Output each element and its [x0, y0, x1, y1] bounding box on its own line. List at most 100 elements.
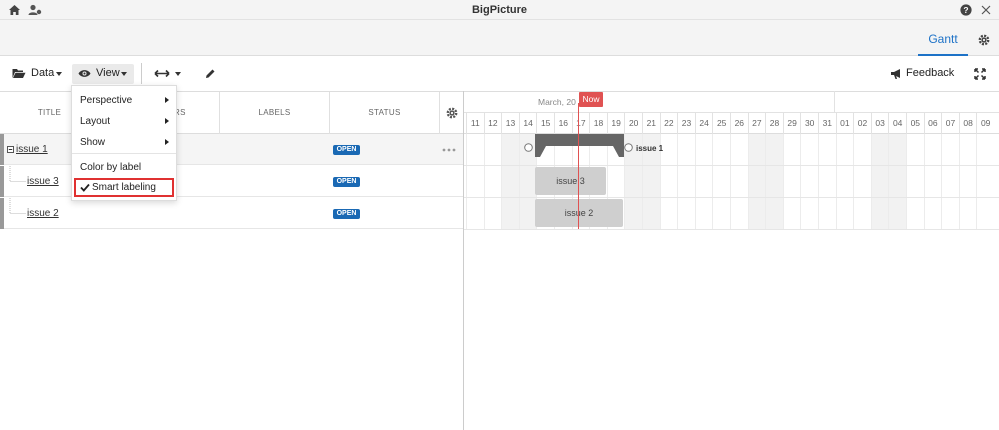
day-label: 02: [853, 112, 871, 134]
tab-gantt[interactable]: Gantt: [918, 32, 968, 56]
now-line: [578, 103, 579, 229]
weekend-column: [747, 134, 766, 229]
day-label: 04: [888, 112, 906, 134]
view-menu-label: View: [96, 67, 120, 79]
row-indicator: [0, 198, 4, 229]
help-icon[interactable]: ?: [960, 4, 972, 16]
day-gridline: [518, 134, 520, 229]
menu-divider: [72, 153, 176, 154]
data-menu-button[interactable]: Data: [9, 64, 65, 84]
day-gridline: [870, 134, 872, 229]
day-label: 17: [571, 112, 590, 134]
task-link[interactable]: issue 2: [27, 208, 59, 219]
day-label: 25: [712, 112, 730, 134]
summary-task-bar[interactable]: [535, 134, 624, 160]
menu-item-smart-labeling[interactable]: Smart labeling: [74, 178, 174, 197]
menu-item-label: Layout: [80, 116, 111, 127]
day-label: 11: [466, 112, 484, 134]
day-gridline: [923, 134, 925, 229]
column-header-status[interactable]: STATUS: [330, 92, 440, 134]
view-dropdown-menu: Perspective Layout Show Color by label S…: [71, 85, 177, 201]
task-link[interactable]: issue 1: [16, 144, 48, 155]
day-label: 09: [976, 112, 994, 134]
weekend-column: [501, 134, 519, 229]
app-title: BigPicture: [471, 4, 527, 16]
menu-item-label: Show: [80, 137, 106, 148]
weekend-column: [870, 134, 889, 229]
day-gridline: [853, 134, 855, 229]
tree-connector: [9, 166, 26, 182]
day-gridline: [782, 134, 784, 229]
day-label: 14: [518, 112, 537, 134]
gear-icon[interactable]: [978, 34, 990, 46]
chevron-right-icon: [165, 97, 169, 103]
day-gridline: [888, 134, 890, 229]
day-gridline: [765, 134, 767, 229]
row-indicator: [0, 166, 4, 197]
task-bar[interactable]: issue 3: [535, 167, 606, 195]
menu-item-label: Color by label: [80, 162, 142, 173]
grid-header: TITLE RS LABELS STATUS: [0, 91, 464, 134]
more-dots-icon[interactable]: [442, 148, 456, 152]
close-icon[interactable]: [981, 5, 991, 15]
task-bar[interactable]: issue 2: [535, 199, 623, 227]
dependency-handle-right[interactable]: [624, 143, 633, 152]
day-label: 22: [659, 112, 678, 134]
weekend-column: [765, 134, 783, 229]
status-badge: OPEN: [333, 145, 360, 155]
table-row[interactable]: issue 3 OPEN: [0, 166, 464, 197]
megaphone-icon: [891, 69, 900, 79]
chevron-down-icon: [56, 72, 62, 76]
gantt-row-divider: [464, 165, 999, 166]
day-label: 28: [765, 112, 783, 134]
feedback-button[interactable]: Feedback: [888, 64, 956, 84]
day-label: 29: [782, 112, 801, 134]
day-label: 01: [835, 112, 854, 134]
day-label: 30: [800, 112, 818, 134]
day-label: 23: [677, 112, 695, 134]
day-label: 21: [642, 112, 660, 134]
column-header-labels[interactable]: LABELS: [220, 92, 330, 134]
menu-item-color-by-label[interactable]: Color by label: [72, 158, 176, 178]
timeline-zoom-button[interactable]: [152, 64, 184, 84]
title-bar: BigPicture ?: [0, 0, 999, 20]
day-gridline: [747, 134, 749, 229]
collapse-icon[interactable]: [7, 146, 14, 153]
table-row[interactable]: issue 1 OPEN: [0, 134, 464, 165]
day-label: 12: [483, 112, 502, 134]
fullscreen-icon[interactable]: [974, 68, 986, 80]
day-label: 20: [624, 112, 642, 134]
chevron-down-icon: [121, 72, 127, 76]
feedback-label: Feedback: [906, 67, 955, 79]
task-link[interactable]: issue 3: [27, 176, 59, 187]
weekend-column: [888, 134, 906, 229]
day-label: 03: [870, 112, 889, 134]
svg-text:?: ?: [963, 5, 968, 15]
dependency-handle-left[interactable]: [524, 143, 533, 152]
day-gridline: [976, 134, 978, 229]
day-label: 07: [941, 112, 959, 134]
day-gridline: [958, 134, 960, 229]
eye-icon: [78, 70, 91, 77]
day-label: 06: [923, 112, 942, 134]
day-gridline: [906, 134, 907, 229]
gantt-chart[interactable]: March, 20 11 12 13 14 15 16 17 18 19 20 21 22 23 24 25…: [464, 91, 999, 430]
pencil-icon[interactable]: [204, 68, 216, 80]
table-row[interactable]: issue 2 OPEN: [0, 198, 464, 229]
menu-item-label: Perspective: [80, 95, 133, 106]
day-label: 15: [536, 112, 554, 134]
day-gridline: [712, 134, 714, 229]
menu-item-perspective[interactable]: Perspective: [72, 90, 176, 110]
day-gridline: [835, 134, 837, 229]
month-label: March, 20: [538, 97, 576, 107]
gantt-row-divider: [464, 229, 999, 230]
menu-item-show[interactable]: Show: [72, 132, 176, 152]
folder-open-icon: [12, 69, 26, 78]
menu-item-layout[interactable]: Layout: [72, 111, 176, 131]
day-gridline: [501, 134, 503, 229]
column-settings-icon[interactable]: [446, 107, 458, 119]
view-menu-button[interactable]: View: [72, 64, 134, 84]
summary-task-label: issue 1: [636, 144, 664, 153]
tab-bar: Gantt: [0, 20, 999, 56]
toolbar-divider: [141, 63, 142, 84]
